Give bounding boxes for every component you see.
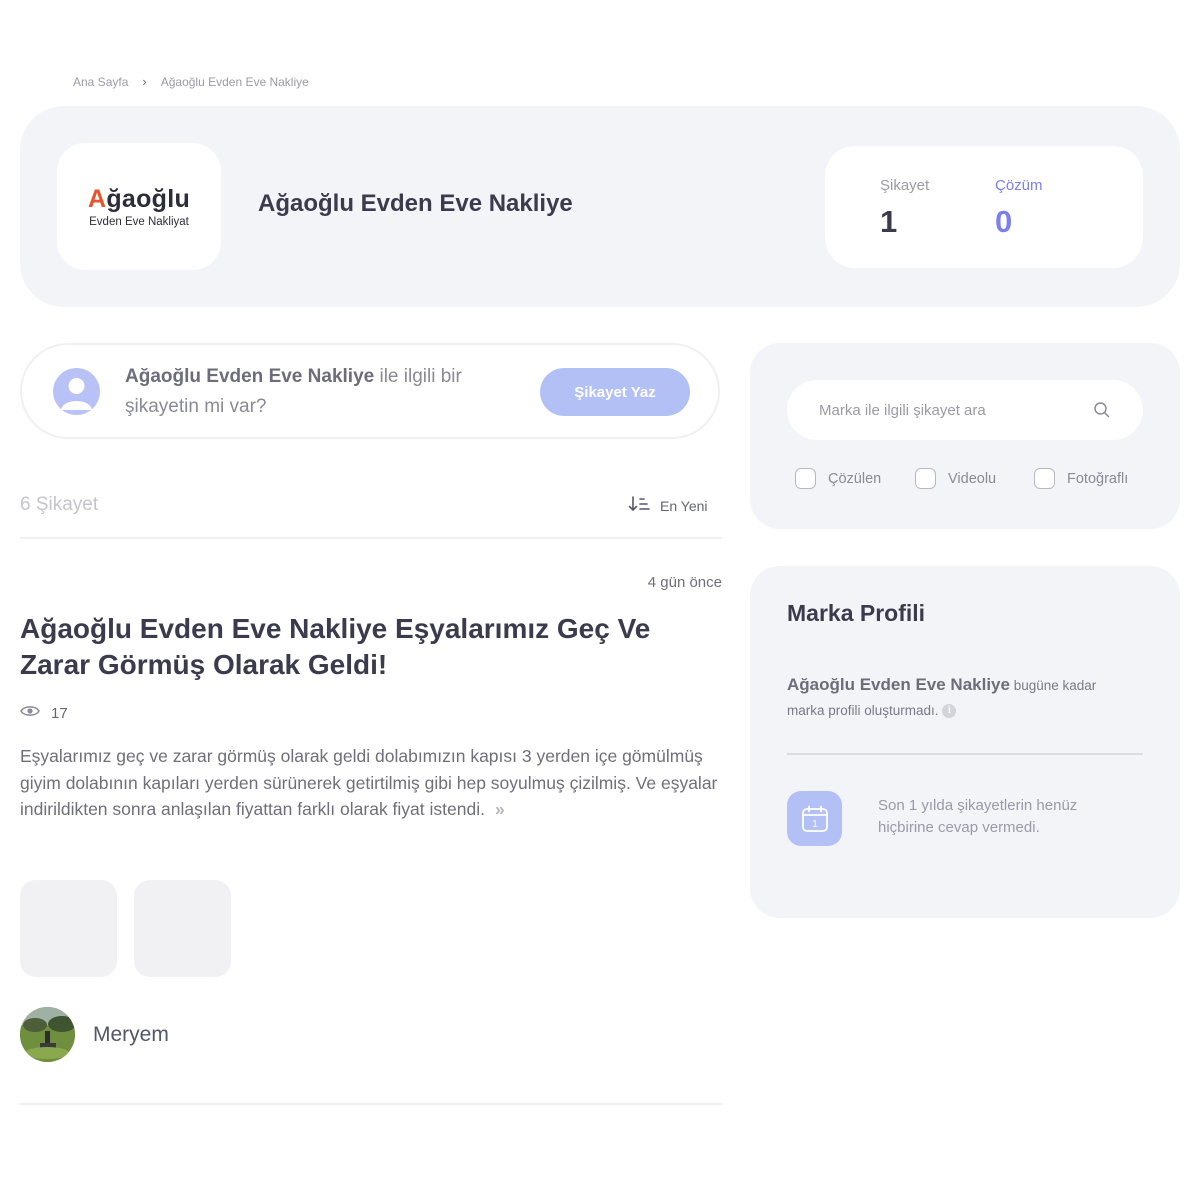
view-count: 17 (20, 704, 68, 722)
view-count-value: 17 (51, 704, 68, 722)
sort-label: En Yeni (660, 497, 708, 514)
attachment-thumbnail[interactable] (20, 880, 117, 977)
brand-title: Ağaoğlu Evden Eve Nakliye (258, 190, 573, 217)
profile-divider (787, 753, 1143, 755)
filter-video[interactable]: Videolu (915, 468, 996, 489)
sort-icon (628, 496, 650, 515)
list-divider (20, 537, 722, 539)
filter-photo[interactable]: Fotoğraflı (1034, 468, 1128, 489)
complaint-timestamp: 4 gün önce (647, 574, 722, 591)
complaint-count: 6 Şikayet (20, 494, 99, 515)
info-icon[interactable]: i (942, 704, 957, 719)
resolved-checkbox[interactable] (795, 468, 816, 489)
solutions-count: 0 (995, 204, 1013, 239)
complaint-search-field[interactable] (787, 380, 1143, 440)
sort-dropdown[interactable]: En Yeni (628, 496, 708, 515)
brand-logo: Ağaoğlu Evden Eve Nakliyat (57, 143, 221, 270)
logo-wordmark: Ağaoğlu (87, 185, 191, 213)
filter-resolved[interactable]: Çözülen (795, 468, 881, 489)
write-complaint-prompt: Ağaoğlu Evden Eve Nakliye ile ilgili bir… (125, 366, 462, 417)
solutions-label: Çözüm (995, 177, 1043, 194)
breadcrumb: Ana Sayfa › Ağaoğlu Evden Eve Nakliye (73, 74, 309, 89)
breadcrumb-home-link[interactable]: Ana Sayfa (73, 75, 128, 89)
chevron-right-icon: › (142, 74, 147, 89)
write-complaint-button[interactable]: Şikayet Yaz (540, 368, 690, 416)
search-icon[interactable] (1093, 401, 1111, 424)
read-more-icon[interactable]: » (495, 799, 505, 819)
logo-subtitle: Evden Eve Nakliyat (89, 216, 189, 228)
photo-checkbox[interactable] (1034, 468, 1055, 489)
breadcrumb-current[interactable]: Ağaoğlu Evden Eve Nakliye (161, 75, 309, 89)
complaints-count: 1 (880, 204, 898, 239)
svg-text:1: 1 (812, 819, 818, 830)
brand-profile-title: Marka Profili (787, 600, 926, 626)
calendar-icon: 1 (787, 791, 842, 846)
complainant-name[interactable]: Meryem (93, 1023, 169, 1047)
complaints-label: Şikayet (880, 177, 930, 194)
response-rate-text: Son 1 yılda şikayetlerin henüz hiçbirine… (878, 797, 1078, 836)
filter-label: Videolu (948, 470, 997, 487)
complainant-avatar (20, 1007, 75, 1062)
search-input[interactable] (819, 380, 1079, 440)
eye-icon (20, 704, 40, 722)
filter-label: Fotoğraflı (1067, 470, 1129, 487)
stats-box: Şikayet 1 Çözüm 0 (825, 146, 1143, 268)
filter-label: Çözülen (828, 470, 882, 487)
attachment-thumbnail[interactable] (134, 880, 231, 977)
user-avatar-icon (53, 368, 100, 415)
complaint-title[interactable]: Ağaoğlu Evden Eve Nakliye Eşyalarımız Ge… (20, 611, 720, 683)
complaint-body: Eşyalarımız geç ve zarar görmüş olarak g… (20, 746, 718, 819)
video-checkbox[interactable] (915, 468, 936, 489)
brand-profile-status: Ağaoğlu Evden Eve Nakliye bugüne kadar m… (787, 675, 1097, 719)
item-divider (20, 1103, 722, 1105)
